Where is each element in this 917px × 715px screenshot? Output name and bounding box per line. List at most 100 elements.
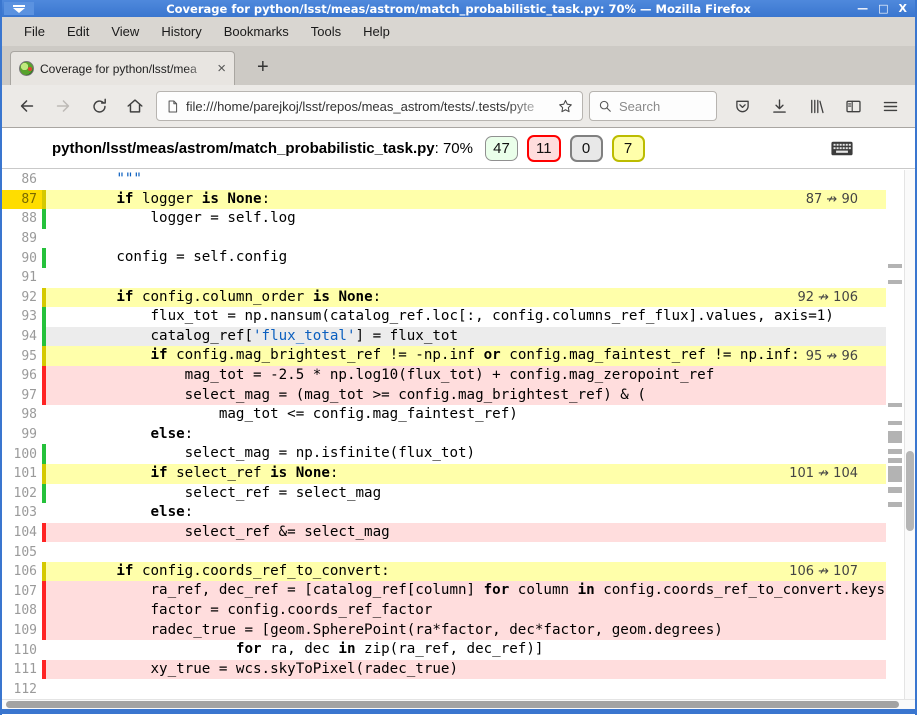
code-line-104: 104 select_ref &= select_mag [2,523,886,543]
reload-button[interactable] [84,91,114,121]
line-number[interactable]: 95 [2,346,42,366]
line-number[interactable]: 87 [2,190,42,210]
search-icon [598,99,613,114]
line-number[interactable]: 91 [2,268,42,288]
minimize-button[interactable]: — [857,2,868,15]
file-path-title: python/lsst/meas/astrom/match_probabilis… [52,140,473,157]
line-number[interactable]: 100 [2,444,42,464]
line-highlight [42,229,886,249]
line-highlight [42,268,886,288]
sidebar-icon[interactable] [838,91,868,121]
tab-close-icon[interactable]: × [217,61,226,76]
code-line-89: 89 [2,229,886,249]
partial-branch-annotation: 87 ↛ 90 [806,190,858,210]
code-line-94: 94 catalog_ref['flux_total'] = flux_tot [2,327,886,347]
line-number[interactable]: 89 [2,229,42,249]
line-number[interactable]: 93 [2,307,42,327]
line-number[interactable]: 90 [2,248,42,268]
new-tab-button[interactable]: + [249,54,277,85]
vertical-scrollbar-thumb[interactable] [906,451,914,531]
bookmark-star-icon[interactable] [557,98,574,115]
line-number[interactable]: 101 [2,464,42,484]
tab-bar: Coverage for python/lsst/mea × + [2,46,915,85]
code-line-111: 111 xy_true = wcs.skyToPixel(radec_true) [2,660,886,680]
menu-item-view[interactable]: View [101,20,149,43]
line-number[interactable]: 108 [2,601,42,621]
code-text: for ra, dec in zip(ra_ref, dec_ref)] [46,640,886,660]
code-line-87: 87 if logger is None:87 ↛ 90 [2,190,886,210]
nav-toolbar: file:///home/parejkoj/lsst/repos/meas_as… [2,85,915,128]
partial-branch-annotation: 92 ↛ 106 [797,288,858,308]
forward-button[interactable] [48,91,78,121]
code-line-101: 101 if select_ref is None:101 ↛ 104 [2,464,886,484]
line-number[interactable]: 88 [2,209,42,229]
scroll-marker [888,458,902,463]
coverage-strip [42,679,46,699]
keyboard-shortcuts-icon[interactable] [831,141,853,156]
line-number[interactable]: 96 [2,366,42,386]
horizontal-scrollbar-thumb[interactable] [6,701,899,708]
line-number[interactable]: 109 [2,621,42,641]
code-text: ra_ref, dec_ref = [catalog_ref[column] f… [46,581,886,601]
horizontal-scrollbar[interactable] [2,699,915,709]
covered-count-badge[interactable]: 47 [485,136,518,161]
menu-item-tools[interactable]: Tools [301,20,351,43]
line-number[interactable]: 107 [2,581,42,601]
scroll-marker [888,466,902,482]
line-number[interactable]: 104 [2,523,42,543]
line-highlight [42,542,886,562]
code-text: mag_tot <= config.mag_faintest_ref) [46,405,886,425]
close-button[interactable]: X [899,2,907,15]
missed-count-badge[interactable]: 11 [527,135,561,162]
line-number[interactable]: 98 [2,405,42,425]
code-line-103: 103 else: [2,503,886,523]
firefox-window: Coverage for python/lsst/meas/astrom/mat… [0,0,917,715]
maximize-button[interactable]: □ [878,2,888,15]
browser-tab[interactable]: Coverage for python/lsst/mea × [10,51,235,85]
menu-item-edit[interactable]: Edit [57,20,99,43]
line-number[interactable]: 105 [2,542,42,562]
scroll-marker [888,264,902,268]
partial-branch-annotation: 106 ↛ 107 [789,562,858,582]
code-line-92: 92 if config.column_order is None:92 ↛ 1… [2,288,886,308]
partial-branch-annotation: 101 ↛ 104 [789,464,858,484]
line-number[interactable]: 103 [2,503,42,523]
code-text: if select_ref is None: [46,464,886,484]
menu-item-bookmarks[interactable]: Bookmarks [214,20,299,43]
scroll-marker [888,421,902,425]
code-text: xy_true = wcs.skyToPixel(radec_true) [46,660,886,680]
code-text: select_ref = select_mag [46,484,886,504]
download-icon[interactable] [764,91,794,121]
line-number[interactable]: 86 [2,170,42,190]
line-number[interactable]: 99 [2,425,42,445]
back-button[interactable] [12,91,42,121]
vertical-scrollbar[interactable] [904,170,915,699]
partial-count-badge[interactable]: 7 [612,135,645,162]
menu-item-history[interactable]: History [151,20,211,43]
line-number[interactable]: 102 [2,484,42,504]
url-bar[interactable]: file:///home/parejkoj/lsst/repos/meas_as… [156,91,583,121]
line-number[interactable]: 111 [2,660,42,680]
library-icon[interactable] [801,91,831,121]
url-text[interactable]: file:///home/parejkoj/lsst/repos/meas_as… [186,99,551,114]
excluded-count-badge[interactable]: 0 [570,135,603,162]
code-line-112: 112 [2,679,886,699]
code-text: factor = config.coords_ref_factor [46,601,886,621]
search-bar[interactable]: Search [589,91,717,121]
menu-item-file[interactable]: File [14,20,55,43]
scroll-marker [888,431,902,443]
line-number[interactable]: 112 [2,679,42,699]
scroll-marker [888,403,902,407]
pocket-icon[interactable] [727,91,757,121]
line-number[interactable]: 92 [2,288,42,308]
line-number[interactable]: 110 [2,640,42,660]
line-number[interactable]: 106 [2,562,42,582]
home-button[interactable] [120,91,150,121]
line-number[interactable]: 97 [2,386,42,406]
line-number[interactable]: 94 [2,327,42,347]
menu-icon[interactable] [875,91,905,121]
coverage-percent: : 70% [435,140,473,157]
code-line-110: 110 for ra, dec in zip(ra_ref, dec_ref)] [2,640,886,660]
menu-item-help[interactable]: Help [353,20,400,43]
code-line-106: 106 if config.coords_ref_to_convert:106 … [2,562,886,582]
